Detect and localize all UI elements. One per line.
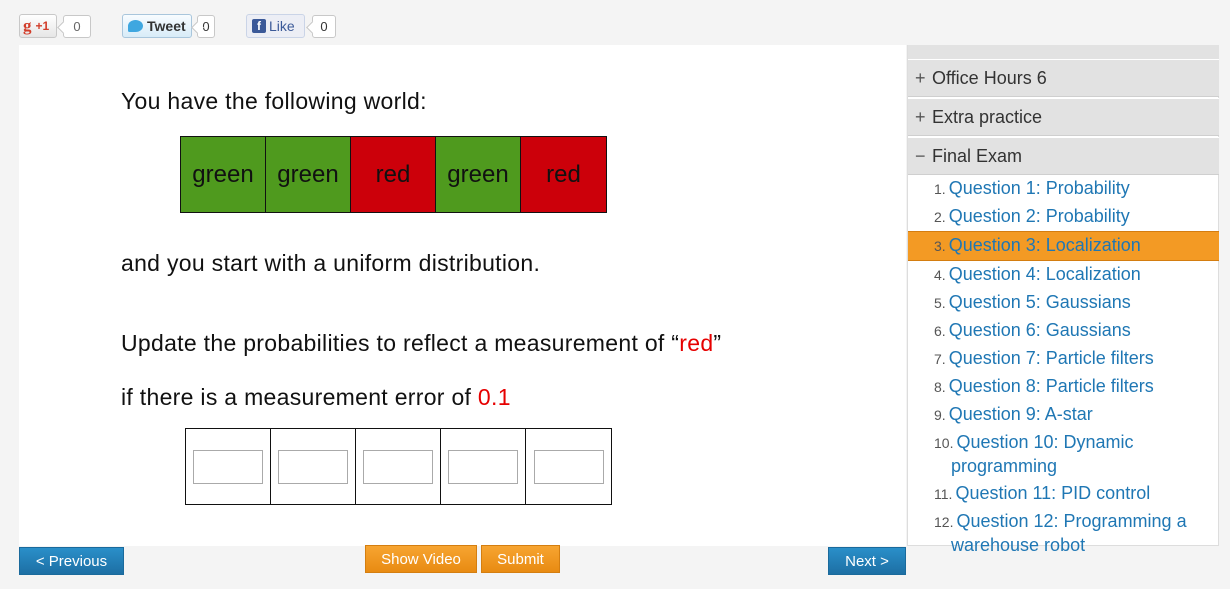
question-number: 4. (934, 267, 946, 283)
answer-cell (271, 429, 356, 504)
question-link[interactable]: 12. Question 12: Programming a warehouse r… (908, 508, 1219, 559)
question-link[interactable]: 9. Question 9: A-star (908, 401, 1219, 429)
question-link[interactable]: 3. Question 3: Localization (908, 231, 1219, 261)
question-number: 11. (934, 486, 953, 502)
question-number: 1. (934, 181, 946, 197)
question-number: 6. (934, 323, 946, 339)
facebook-icon: f (252, 19, 266, 33)
question-label-continued: programming (951, 456, 1058, 476)
world-cell: green (436, 137, 521, 212)
question-link[interactable]: 1. Question 1: Probability (908, 175, 1219, 203)
answer-cell (356, 429, 441, 504)
question-link[interactable]: 6. Question 6: Gaussians (908, 317, 1219, 345)
question-measurement-text: Update the probabilities to reflect a me… (121, 330, 721, 357)
world-grid: green green red green red (180, 136, 607, 213)
question-link[interactable]: 11. Question 11: PID control (908, 480, 1219, 508)
question-label: Question 4: Localization (948, 264, 1141, 284)
submit-button[interactable]: Submit (481, 545, 560, 573)
tweet-label: Tweet (147, 18, 186, 34)
question-label: Question 2: Probability (948, 206, 1130, 226)
question-link[interactable]: 8. Question 8: Particle filters (908, 373, 1219, 401)
question-label: Question 1: Probability (948, 178, 1130, 198)
question-label: Question 9: A-star (948, 404, 1093, 424)
section-label: Office Hours 6 (932, 67, 1047, 88)
section-office-hours-6[interactable]: + Office Hours 6 (908, 59, 1219, 97)
question-number: 7. (934, 351, 946, 367)
world-cell: green (181, 137, 266, 212)
section-final-exam[interactable]: − Final Exam (908, 137, 1219, 175)
world-cell: red (521, 137, 606, 212)
question-panel: You have the following world: green green… (19, 45, 906, 546)
answer-cell (441, 429, 526, 504)
collapse-icon: − (915, 145, 926, 166)
error-text-pre: if there is a measurement error of (121, 384, 478, 410)
question-number: 5. (934, 295, 946, 311)
section-extra-practice[interactable]: + Extra practice (908, 98, 1219, 136)
question-number: 2. (934, 209, 946, 225)
question-label-continued: warehouse robot (951, 535, 1086, 555)
next-button[interactable]: Next > (828, 547, 906, 575)
question-link[interactable]: 7. Question 7: Particle filters (908, 345, 1219, 373)
question-distribution-text: and you start with a uniform distributio… (121, 250, 541, 276)
probability-input[interactable] (193, 449, 263, 484)
probability-input[interactable] (448, 449, 518, 484)
section-label: Extra practice (932, 106, 1043, 127)
question-link[interactable]: 2. Question 2: Probability (908, 203, 1219, 231)
expand-icon: + (915, 106, 926, 127)
probability-input[interactable] (278, 449, 348, 484)
measurement-text-post: ” (713, 330, 722, 356)
world-cell: red (351, 137, 436, 212)
show-video-button[interactable]: Show Video (365, 545, 477, 573)
question-label: Question 10: Dynamic (956, 432, 1134, 452)
tweet-count: 0 (197, 15, 215, 38)
previous-button[interactable]: < Previous (19, 547, 124, 575)
question-label: Question 12: Programming a (956, 511, 1187, 531)
answer-cell (526, 429, 611, 504)
facebook-like-button[interactable]: f Like (246, 14, 305, 38)
google-plus-count: 0 (63, 15, 91, 38)
question-label: Question 8: Particle filters (948, 376, 1154, 396)
question-error-text: if there is a measurement error of 0.1 (121, 384, 511, 411)
question-list: 1. Question 1: Probability 2. Question 2: P… (908, 175, 1219, 559)
answer-grid (185, 428, 612, 505)
twitter-bird-icon (128, 20, 143, 32)
google-plus-button[interactable]: g +1 (19, 14, 57, 38)
measurement-text-pre: Update the probabilities to reflect a me… (121, 330, 680, 356)
question-number: 9. (934, 407, 946, 423)
like-label: Like (269, 18, 295, 34)
measurement-value: red (679, 330, 714, 356)
question-label: Question 3: Localization (948, 235, 1141, 255)
probability-input[interactable] (533, 449, 604, 484)
tweet-button[interactable]: Tweet (122, 14, 192, 38)
course-sidebar: + Office Hours 6 + Extra practice − Fina… (907, 45, 1219, 555)
question-number: 12. (934, 514, 954, 530)
question-label: Question 5: Gaussians (948, 292, 1131, 312)
sidebar-top-strip (908, 45, 1219, 59)
question-label: Question 6: Gaussians (948, 320, 1131, 340)
like-count: 0 (312, 15, 336, 38)
question-number: 10. (934, 435, 954, 451)
probability-input[interactable] (363, 449, 433, 484)
question-number: 3. (934, 238, 946, 254)
section-label: Final Exam (932, 145, 1023, 166)
question-link[interactable]: 10. Question 10: Dynamic programming (908, 429, 1219, 480)
question-label: Question 11: PID control (955, 483, 1151, 503)
question-link[interactable]: 5. Question 5: Gaussians (908, 289, 1219, 317)
google-plus-icon: g (23, 16, 32, 35)
world-cell: green (266, 137, 351, 212)
google-plus-label: +1 (35, 19, 50, 33)
question-number: 8. (934, 379, 946, 395)
expand-icon: + (915, 67, 926, 88)
question-label: Question 7: Particle filters (948, 348, 1154, 368)
answer-cell (186, 429, 271, 504)
error-value: 0.1 (477, 384, 511, 410)
question-link[interactable]: 4. Question 4: Localization (908, 261, 1219, 289)
question-intro: You have the following world: (121, 88, 427, 114)
